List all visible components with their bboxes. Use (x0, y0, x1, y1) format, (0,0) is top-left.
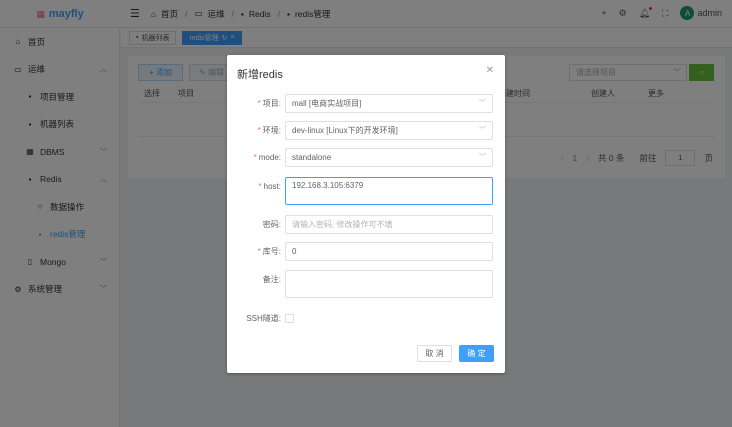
field-label: * 项目: (257, 99, 281, 108)
chevron-down-icon: ﹀ (479, 154, 486, 161)
form-row-ssh: SSH隧道: (227, 309, 505, 328)
confirm-button[interactable]: 确 定 (459, 345, 494, 362)
dialog-title: 新增redis (237, 69, 283, 81)
form-row-db: * 库号: 0 (227, 242, 505, 261)
form-row-env: * 环境: dev-linux [Linux下的开发环境] ﹀ (227, 121, 505, 140)
mode-select[interactable]: standalone ﹀ (285, 148, 493, 167)
field-label: 密码: (262, 220, 281, 229)
field-label: * 库号: (257, 247, 281, 256)
mode-value: standalone (292, 153, 332, 162)
field-label: * mode: (253, 153, 281, 162)
host-textarea[interactable]: 192.168.3.105:6379 (285, 177, 493, 205)
env-value: dev-linux [Linux下的开发环境] (292, 126, 398, 135)
field-label: SSH隧道: (246, 314, 281, 323)
db-value: 0 (292, 247, 297, 256)
add-redis-dialog: 新增redis ✕ * 项目: mall [电商实战项目] ﹀ * 环境: dev-l… (227, 55, 505, 373)
password-input[interactable]: 请输入密码, 修改操作可不填 (285, 215, 493, 234)
env-select[interactable]: dev-linux [Linux下的开发环境] ﹀ (285, 121, 493, 140)
confirm-label: 确 定 (467, 349, 486, 358)
form-row-project: * 项目: mall [电商实战项目] ﹀ (227, 94, 505, 113)
project-value: mall [电商实战项目] (292, 99, 362, 108)
remark-textarea[interactable] (285, 270, 493, 298)
db-input[interactable]: 0 (285, 242, 493, 261)
close-icon[interactable]: ✕ (486, 65, 494, 76)
password-placeholder: 请输入密码, 修改操作可不填 (292, 220, 393, 229)
chevron-down-icon: ﹀ (479, 127, 486, 134)
project-select[interactable]: mall [电商实战项目] ﹀ (285, 94, 493, 113)
field-label: 备注: (262, 275, 281, 284)
form-row-host: * host: 192.168.3.105:6379 (227, 177, 505, 205)
field-label: * host: (258, 182, 281, 191)
ssh-tunnel-checkbox[interactable] (285, 314, 294, 323)
host-value: 192.168.3.105:6379 (292, 181, 364, 190)
cancel-button[interactable]: 取 消 (417, 345, 452, 362)
chevron-down-icon: ﹀ (479, 100, 486, 107)
cancel-label: 取 消 (425, 349, 444, 358)
field-label: * 环境: (257, 126, 281, 135)
form-row-password: 密码: 请输入密码, 修改操作可不填 (227, 215, 505, 234)
form-row-mode: * mode: standalone ﹀ (227, 148, 505, 167)
form-row-remark: 备注: (227, 270, 505, 298)
